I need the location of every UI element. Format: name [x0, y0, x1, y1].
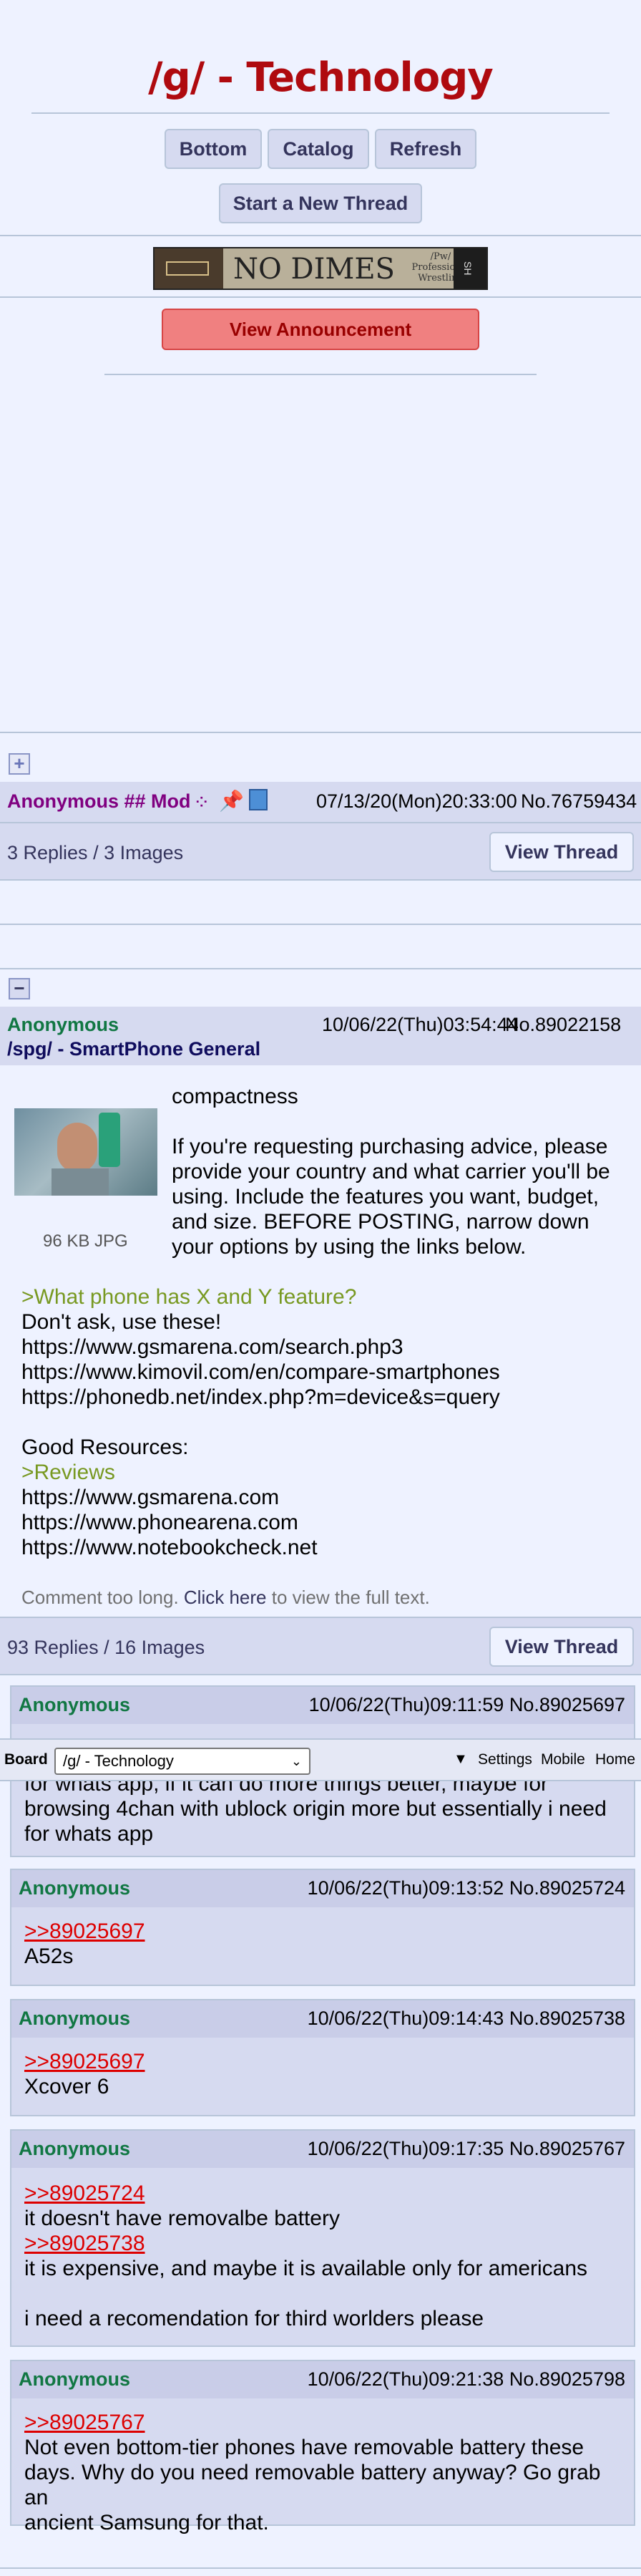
reply-post: Anonymous 10/06/22(Thu)09:21:38 No.89025… — [10, 2360, 635, 2534]
banner-ad[interactable]: NO DIMES /Pw/ Professional Wrestling SH — [153, 247, 488, 290]
thread-divider-2 — [0, 968, 641, 969]
reply-header: Anonymous 10/06/22(Thu)09:14:43 No.89025… — [11, 2000, 634, 2038]
banner-badge: SH — [454, 248, 486, 289]
op-name: Anonymous — [7, 1014, 119, 1035]
reply-body: >>89025724 it doesn't have removalbe bat… — [24, 2181, 588, 2330]
mod-name: Anonymous ## Mod — [7, 790, 191, 812]
reply-header: Anonymous 10/06/22(Thu)09:13:52 No.89025… — [11, 1870, 634, 1907]
op-post-header: Anonymous 10/06/22(Thu)03:54:44 No.89022… — [0, 1007, 641, 1065]
reply-name: Anonymous — [19, 2008, 131, 2029]
reply-name: Anonymous — [19, 2138, 131, 2159]
board-title: /g/ - Technology — [148, 54, 494, 101]
op-line: Don't ask, use these! — [21, 1310, 222, 1334]
click-here-link[interactable]: Click here — [184, 1587, 267, 1608]
expand-thread-icon[interactable]: + — [9, 753, 30, 775]
reply-post: Anonymous 10/06/22(Thu)09:13:52 No.89025… — [10, 1869, 635, 1986]
reply-header: Anonymous 10/06/22(Thu)09:17:35 No.89025… — [11, 2131, 634, 2168]
op-datetime: 10/06/22(Thu)03:54:44 — [322, 1014, 519, 1035]
closed-thread-icon — [249, 789, 268, 810]
reply-body: >>89025697 A52s — [24, 1919, 145, 1968]
reply-datetime-number: 10/06/22(Thu)09:11:59 No.89025697 — [308, 1694, 625, 1715]
mobile-link[interactable]: Mobile — [541, 1751, 585, 1768]
view-thread-button[interactable]: View Thread — [489, 832, 634, 872]
sticky-reply-bar: 3 Replies / 3 Images View Thread — [0, 822, 641, 881]
op-link[interactable]: https://www.phonearena.com — [21, 1510, 630, 1535]
catalog-button[interactable]: Catalog — [268, 129, 369, 169]
reply-post: Anonymous 10/06/22(Thu)09:14:43 No.89025… — [10, 1999, 635, 2116]
reply-header: Anonymous 10/06/22(Thu)09:21:38 No.89025… — [11, 2361, 634, 2398]
thread-list-divider — [0, 732, 641, 733]
comment-too-long-notice: Comment too long. Click here to view the… — [21, 1587, 430, 1608]
view-announcement-button[interactable]: View Announcement — [162, 309, 479, 350]
op-number[interactable]: No.89022158 — [505, 1014, 621, 1036]
board-label: Board — [4, 1751, 48, 1768]
reply-datetime-number: 10/06/22(Thu)09:13:52 No.89025724 — [307, 1877, 625, 1899]
op-link[interactable]: https://phonedb.net/index.php?m=device&s… — [21, 1385, 630, 1410]
quote-link[interactable]: >>89025724 — [24, 2181, 587, 2206]
op-link[interactable]: https://www.gsmarena.com — [21, 1485, 630, 1510]
reply-datetime-number: 10/06/22(Thu)09:17:35 No.89025767 — [307, 2138, 625, 2159]
quote-link[interactable]: >>89025767 — [24, 2410, 630, 2435]
new-thread-button[interactable]: Start a New Thread — [219, 183, 422, 223]
mod-capcode-icon: ⁘ — [193, 791, 210, 813]
reply-datetime-number: 10/06/22(Thu)09:21:38 No.89025798 — [307, 2368, 625, 2390]
sticky-pin-icon: 📌 — [219, 790, 244, 812]
quote-link[interactable]: >>89025697 — [24, 2049, 145, 2074]
banner-text: NO DIMES — [233, 253, 395, 286]
op-subject: /spg/ - SmartPhone General — [7, 1038, 261, 1060]
op-body: >What phone has X and Y feature? Don't a… — [21, 1284, 630, 1560]
reply-body: for whats app, if it can do more things … — [24, 1772, 607, 1846]
quote-link[interactable]: >>89025738 — [24, 2231, 587, 2256]
op-reply-bar: 93 Replies / 16 Images View Thread — [0, 1617, 641, 1675]
op-file-info: 96 KB JPG — [43, 1231, 128, 1251]
reply-name: Anonymous — [19, 2368, 131, 2390]
section-divider — [0, 235, 641, 236]
greentext-line: >Reviews — [21, 1461, 115, 1484]
toggle-arrow-icon[interactable]: ▼ — [454, 1751, 468, 1768]
bottom-board-bar: Board /g/ - Technology ⌄ ▼ Settings Mobi… — [0, 1738, 641, 1781]
reply-name: Anonymous — [19, 1694, 131, 1715]
reply-post: Anonymous 10/06/22(Thu)09:17:35 No.89025… — [10, 2129, 635, 2347]
view-thread-button[interactable]: View Thread — [489, 1627, 634, 1667]
home-link[interactable]: Home — [595, 1751, 635, 1768]
reply-summary: 93 Replies / 16 Images — [7, 1637, 205, 1658]
op-link[interactable]: https://www.kimovil.com/en/compare-smart… — [21, 1360, 630, 1385]
post-number[interactable]: No.76759434 — [521, 790, 637, 813]
reply-header: Anonymous 10/06/22(Thu)09:11:59 No.89025… — [11, 1687, 634, 1724]
section-divider-2 — [0, 296, 641, 298]
reply-body: >>89025697 Xcover 6 — [24, 2049, 145, 2098]
announcement-divider — [104, 374, 537, 375]
reply-datetime-number: 10/06/22(Thu)09:14:43 No.89025738 — [307, 2008, 625, 2029]
bottom-button[interactable]: Bottom — [165, 129, 262, 169]
reply-summary: 3 Replies / 3 Images — [7, 842, 184, 863]
quote-link[interactable]: >>89025697 — [24, 1919, 145, 1944]
op-advice-paragraph: If you're requesting purchasing advice, … — [172, 1135, 610, 1259]
post-datetime: 07/13/20(Mon)20:33:00 — [316, 790, 517, 812]
op-link[interactable]: https://www.gsmarena.com/search.php3 — [21, 1335, 630, 1360]
op-thumbnail[interactable] — [14, 1108, 157, 1196]
thread-divider — [0, 924, 641, 925]
reply-name: Anonymous — [19, 1877, 131, 1899]
reply-body: >>89025767 Not even bottom-tier phones h… — [24, 2410, 630, 2535]
op-line: Good Resources: — [21, 1435, 189, 1459]
collapse-thread-icon[interactable]: − — [9, 978, 30, 999]
header-divider — [31, 112, 610, 114]
sticky-post-header: Anonymous ## Mod ⁘ 📌 07/13/20(Mon)20:33:… — [0, 782, 641, 822]
op-intro: compactness — [172, 1085, 298, 1108]
settings-link[interactable]: Settings — [478, 1751, 532, 1768]
greentext-line: >What phone has X and Y feature? — [21, 1285, 357, 1309]
page-bottom-divider — [0, 2567, 641, 2569]
board-select[interactable]: /g/ - Technology ⌄ — [54, 1748, 310, 1775]
refresh-button[interactable]: Refresh — [375, 129, 476, 169]
chevron-down-icon: ⌄ — [290, 1754, 302, 1768]
op-link[interactable]: https://www.notebookcheck.net — [21, 1535, 630, 1560]
